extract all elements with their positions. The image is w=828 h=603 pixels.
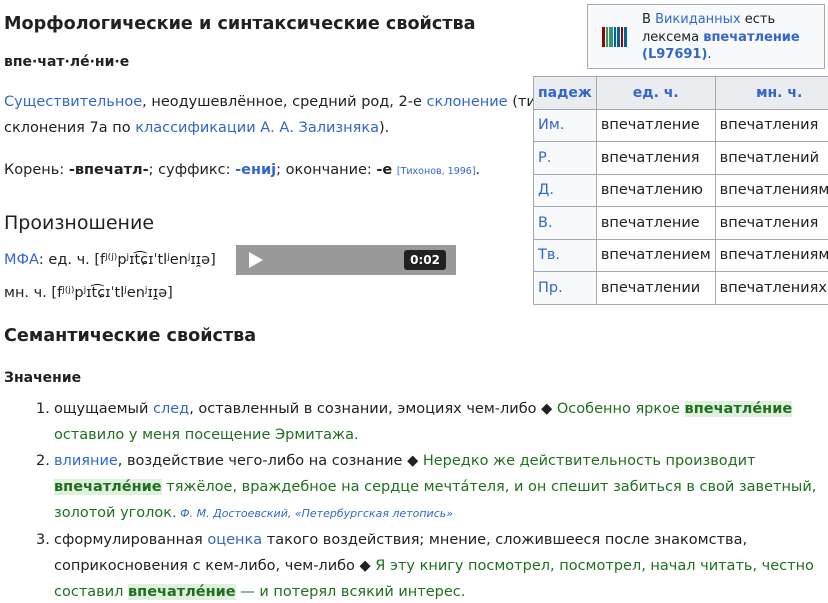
- definition-item: 3. сформулированная оценка такого воздейс…: [36, 527, 826, 603]
- section-title-semantics: Семантические свойства: [4, 326, 257, 346]
- declension-header-row: падеж ед. ч. мн. ч.: [533, 76, 828, 110]
- syllable-breakdown: впе·чат·ле́·ни·е: [4, 54, 130, 70]
- case-link[interactable]: Тв.: [533, 238, 597, 272]
- wikidata-link[interactable]: Викиданных: [655, 12, 741, 27]
- example-text: — и потерял всякий интерес.: [235, 584, 466, 600]
- definition-link[interactable]: влияние: [54, 453, 118, 469]
- definitions-list: 1. ощущаемый след, оставленный в сознании…: [36, 396, 826, 603]
- example-text: Особенно яркое: [556, 401, 685, 417]
- header-case[interactable]: падеж: [533, 76, 597, 110]
- singular-form: впечатлению: [595, 173, 716, 207]
- singular-form: впечатление: [595, 108, 716, 142]
- case-link[interactable]: Р.: [533, 141, 597, 175]
- singular-ipa: fʲ⁽ʲ⁾pʲɪt͡ɕɪˈtlʲenʲɪɪ̯ə: [100, 252, 211, 268]
- plural-form: впечатления: [714, 206, 828, 240]
- suffix-link[interactable]: -ениj: [235, 162, 276, 178]
- plural-form: впечатлениям: [714, 173, 828, 207]
- definition-text: сформулированная: [54, 532, 208, 548]
- morpheme-line: Корень: -впечатл-; суффикс: -ениj; оконч…: [4, 162, 480, 178]
- case-link[interactable]: Им.: [533, 108, 597, 142]
- suffix-label: ; суффикс:: [148, 162, 236, 178]
- definition-text: , оставленный в сознании, эмоциях чем-ли…: [189, 401, 557, 417]
- play-icon[interactable]: [249, 252, 263, 268]
- part-of-speech-line: Существительное, неодушевлённое, средний…: [4, 94, 545, 110]
- example-keyword: впечатле́ние: [684, 401, 793, 417]
- table-row: Д. впечатлению впечатлениям: [533, 173, 828, 207]
- singular-form: впечатления: [595, 141, 716, 175]
- reference-link[interactable]: [Тихонов, 1996]: [397, 166, 476, 177]
- definition-text: , воздействие чего-либо на сознание ◆: [117, 453, 423, 469]
- table-row: Р. впечатления впечатлений: [533, 141, 828, 175]
- pos-text: , неодушевлённое, средний род, 2-е: [142, 94, 427, 110]
- player-time: 0:02: [404, 250, 446, 270]
- table-row: Тв. впечатлением впечатлениями: [533, 238, 828, 272]
- plural-form: впечатлениями: [714, 238, 828, 272]
- example-keyword: впечатле́ние: [128, 584, 236, 600]
- reference-post: .: [475, 162, 481, 178]
- root-label: Корень:: [4, 162, 69, 178]
- section-title-pronunciation: Произношение: [4, 212, 155, 234]
- ipa-singular: МФА: ед. ч. [fʲ⁽ʲ⁾pʲɪt͡ɕɪˈtlʲenʲɪɪ̯ə]: [4, 252, 216, 268]
- case-link[interactable]: В.: [533, 206, 597, 240]
- example-text: Нередко же действительность производит: [422, 453, 756, 469]
- header-singular[interactable]: ед. ч.: [595, 76, 716, 110]
- singular-label: : ед. ч. [: [38, 252, 101, 268]
- wikidata-box: В Викиданных есть лексема впечатление (L…: [587, 4, 825, 69]
- classification-pre: склонения 7a по: [4, 120, 136, 136]
- example-attribution[interactable]: Ф. М. Достоевский, «Петербургская летопи…: [177, 507, 453, 520]
- plural-close: ]: [167, 285, 173, 301]
- section-title-morphology: Морфологические и синтаксические свойств…: [4, 14, 476, 34]
- definition-item: 1. ощущаемый след, оставленный в сознании…: [36, 396, 826, 448]
- example-keyword: впечатле́ние: [54, 479, 162, 495]
- definition-number: 3.: [36, 532, 50, 548]
- wikidata-logo-icon: [602, 27, 628, 47]
- case-link[interactable]: Пр.: [533, 271, 597, 305]
- wikidata-lexeme-link[interactable]: впечатление: [703, 30, 800, 45]
- singular-form: впечатление: [595, 206, 716, 240]
- singular-form: впечатлении: [595, 271, 716, 305]
- pos-link[interactable]: Существительное: [4, 94, 142, 110]
- classification-post: ).: [378, 120, 390, 136]
- audio-player[interactable]: 0:02: [236, 245, 456, 275]
- singular-form: впечатлением: [595, 238, 716, 272]
- plural-form: впечатлениях: [714, 271, 828, 305]
- wikidata-t1: В: [642, 12, 656, 27]
- plural-form: впечатления: [714, 108, 828, 142]
- plural-form: впечатлений: [714, 141, 828, 175]
- example-text: оставило у меня посещение Эрмитажа.: [54, 427, 359, 443]
- definition-number: 1.: [36, 401, 50, 417]
- declension-link[interactable]: склонение: [427, 94, 508, 110]
- plural-ipa: fʲ⁽ʲ⁾pʲɪt͡ɕɪˈtlʲenʲɪɪ̯ə: [57, 285, 168, 301]
- definition-link[interactable]: след: [153, 401, 189, 417]
- ending-label: ; окончание:: [276, 162, 377, 178]
- definition-link[interactable]: оценка: [207, 532, 262, 548]
- definition-text: ощущаемый: [54, 401, 153, 417]
- definition-item: 2. влияние, воздействие чего-либо на созн…: [36, 448, 826, 527]
- header-plural[interactable]: мн. ч.: [714, 76, 828, 110]
- declension-table: падеж ед. ч. мн. ч. Им. впечатление впечат…: [533, 76, 828, 305]
- wikidata-text: В Викиданных есть лексема впечатление (L…: [642, 11, 822, 64]
- root-value: -впечатл-: [68, 162, 149, 178]
- wikidata-id-link[interactable]: (L97691): [642, 47, 707, 62]
- classification-link[interactable]: классификации А. А. Зализняка: [135, 120, 379, 136]
- singular-close: ]: [210, 252, 216, 268]
- case-link[interactable]: Д.: [533, 173, 597, 207]
- table-row: Им. впечатление впечатления: [533, 108, 828, 142]
- wikidata-t3: .: [707, 47, 712, 62]
- definition-number: 2.: [36, 453, 50, 469]
- ipa-plural: мн. ч. [fʲ⁽ʲ⁾pʲɪt͡ɕɪˈtlʲenʲɪɪ̯ə]: [4, 285, 173, 301]
- table-row: Пр. впечатлении впечатлениях: [533, 271, 828, 305]
- table-row: В. впечатление впечатления: [533, 206, 828, 240]
- classification-line: склонения 7a по классификации А. А. Зали…: [4, 120, 389, 136]
- plural-label: мн. ч. [: [4, 285, 58, 301]
- meaning-heading: Значение: [4, 370, 82, 386]
- ipa-link[interactable]: МФА: [4, 252, 39, 268]
- ending-value: -е: [376, 162, 393, 178]
